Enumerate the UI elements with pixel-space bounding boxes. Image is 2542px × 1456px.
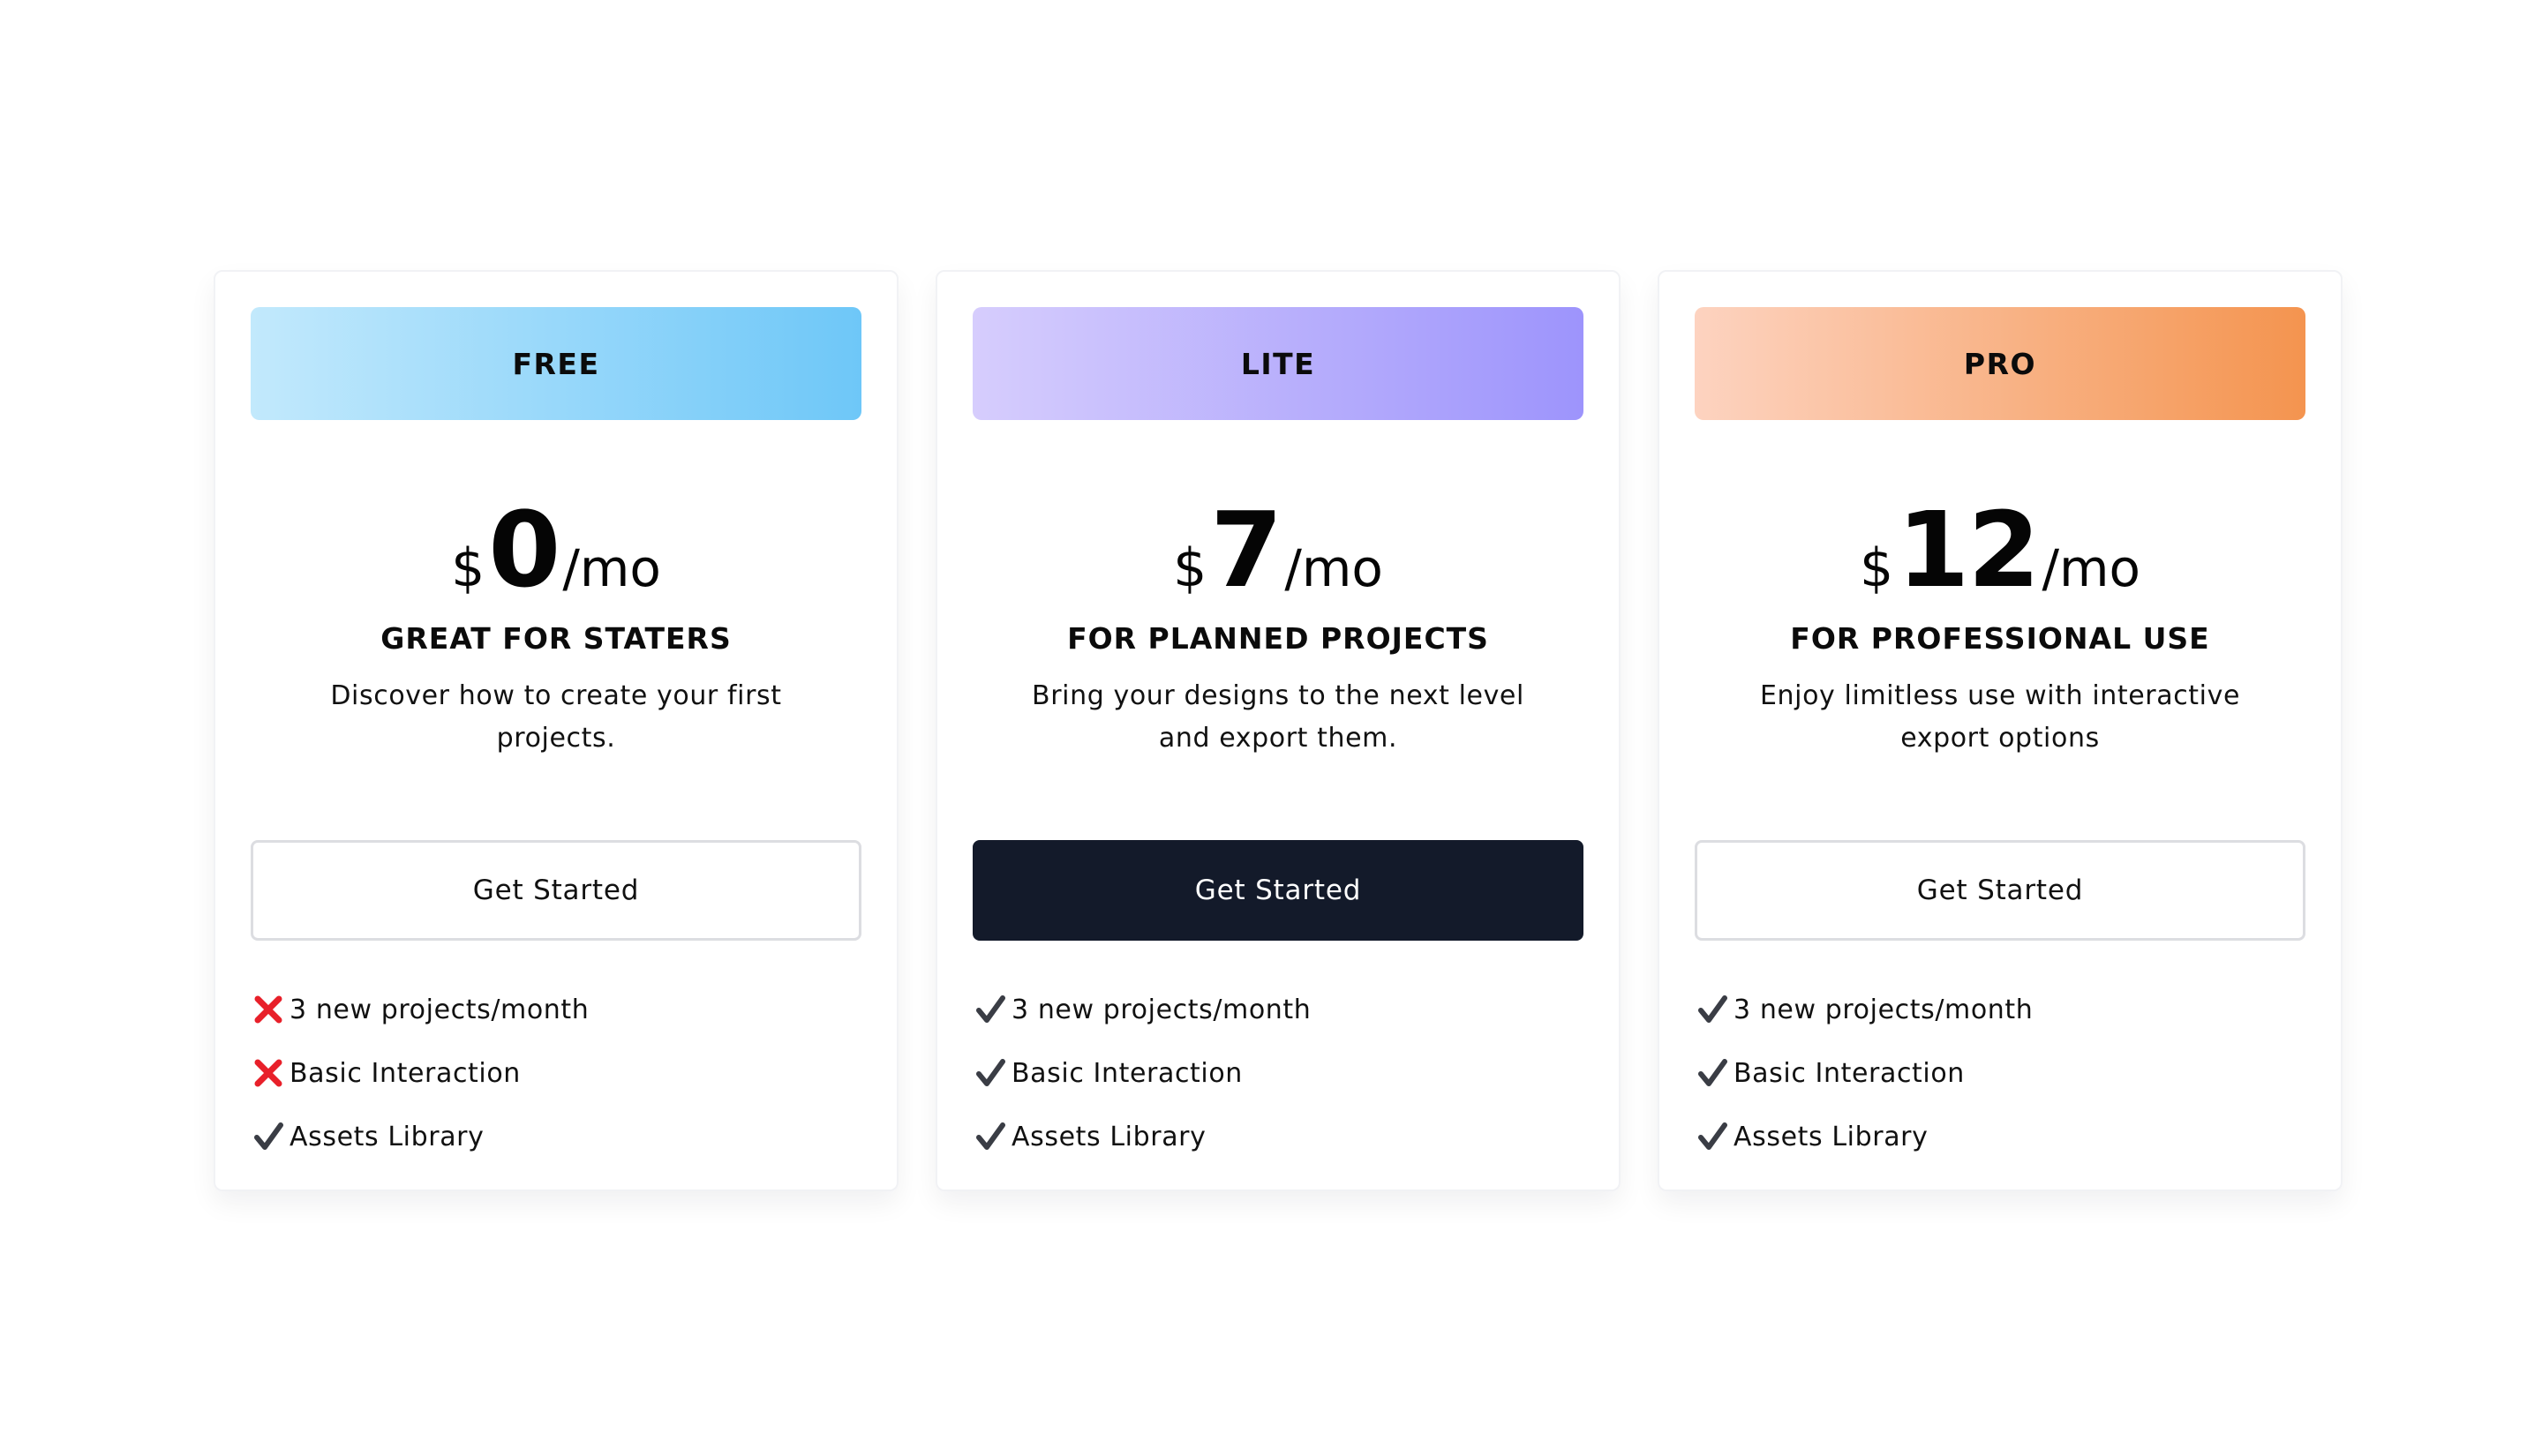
- feature-item: 3 new projects/month: [251, 978, 861, 1041]
- cross-icon: [251, 992, 286, 1027]
- feature-label: Basic Interaction: [1012, 1057, 1243, 1089]
- check-icon: [973, 992, 1008, 1027]
- feature-item: Basic Interaction: [973, 1041, 1583, 1105]
- feature-item: Basic Interaction: [251, 1041, 861, 1105]
- feature-list-free: 3 new projects/month Basic Interaction A…: [251, 978, 861, 1168]
- feature-item: Assets Library: [1695, 1105, 2305, 1168]
- price-currency: $: [1860, 537, 1894, 599]
- check-icon: [973, 1055, 1008, 1091]
- feature-label: 3 new projects/month: [1012, 994, 1312, 1025]
- feature-label: Assets Library: [1734, 1121, 1929, 1152]
- plan-card-pro: PRO $ 12 /mo FOR PROFESSIONAL USE Enjoy …: [1658, 270, 2343, 1191]
- plan-card-lite: LITE $ 7 /mo FOR PLANNED PROJECTS Bring …: [936, 270, 1621, 1191]
- feature-item: 3 new projects/month: [1695, 978, 2305, 1041]
- check-icon: [1695, 992, 1730, 1027]
- plan-tagline: FOR PLANNED PROJECTS: [1067, 621, 1489, 656]
- plan-description: Enjoy limitless use with interactive exp…: [1759, 680, 2241, 754]
- feature-item: Assets Library: [251, 1105, 861, 1168]
- feature-label: Assets Library: [290, 1121, 485, 1152]
- plan-price-free: $ 0 /mo: [251, 498, 861, 602]
- price-period: /mo: [2042, 538, 2140, 598]
- price-currency: $: [451, 537, 485, 599]
- plan-description: Bring your designs to the next level and…: [1032, 680, 1524, 754]
- price-currency: $: [1173, 537, 1207, 599]
- plan-banner-free: FREE: [251, 307, 861, 420]
- check-icon: [973, 1119, 1008, 1154]
- check-icon: [251, 1119, 286, 1154]
- plan-card-free: FREE $ 0 /mo GREAT FOR STATERS Discover …: [214, 270, 899, 1191]
- feature-label: Basic Interaction: [1734, 1057, 1965, 1089]
- get-started-button-free[interactable]: Get Started: [251, 840, 861, 941]
- feature-label: 3 new projects/month: [1734, 994, 2034, 1025]
- feature-label: Basic Interaction: [290, 1057, 521, 1089]
- feature-list-lite: 3 new projects/month Basic Interaction A…: [973, 978, 1583, 1168]
- check-icon: [1695, 1119, 1730, 1154]
- price-amount: 12: [1897, 489, 2040, 611]
- price-period: /mo: [1284, 538, 1383, 598]
- feature-item: Basic Interaction: [1695, 1041, 2305, 1105]
- cross-icon: [251, 1055, 286, 1091]
- feature-item: 3 new projects/month: [973, 978, 1583, 1041]
- plan-banner-lite: LITE: [973, 307, 1583, 420]
- feature-label: Assets Library: [1012, 1121, 1207, 1152]
- plan-tagline: GREAT FOR STATERS: [380, 621, 732, 656]
- get-started-button-lite[interactable]: Get Started: [973, 840, 1583, 941]
- price-period: /mo: [562, 538, 661, 598]
- plan-banner-pro: PRO: [1695, 307, 2305, 420]
- feature-label: 3 new projects/month: [290, 994, 590, 1025]
- feature-list-pro: 3 new projects/month Basic Interaction A…: [1695, 978, 2305, 1168]
- plan-price-pro: $ 12 /mo: [1695, 498, 2305, 602]
- plan-price-lite: $ 7 /mo: [973, 498, 1583, 602]
- plan-description: Discover how to create your first projec…: [330, 680, 782, 754]
- pricing-cards: FREE $ 0 /mo GREAT FOR STATERS Discover …: [214, 270, 2343, 1191]
- check-icon: [1695, 1055, 1730, 1091]
- get-started-button-pro[interactable]: Get Started: [1695, 840, 2305, 941]
- feature-item: Assets Library: [973, 1105, 1583, 1168]
- plan-tagline: FOR PROFESSIONAL USE: [1790, 621, 2210, 656]
- price-amount: 0: [488, 489, 560, 611]
- price-amount: 7: [1210, 489, 1282, 611]
